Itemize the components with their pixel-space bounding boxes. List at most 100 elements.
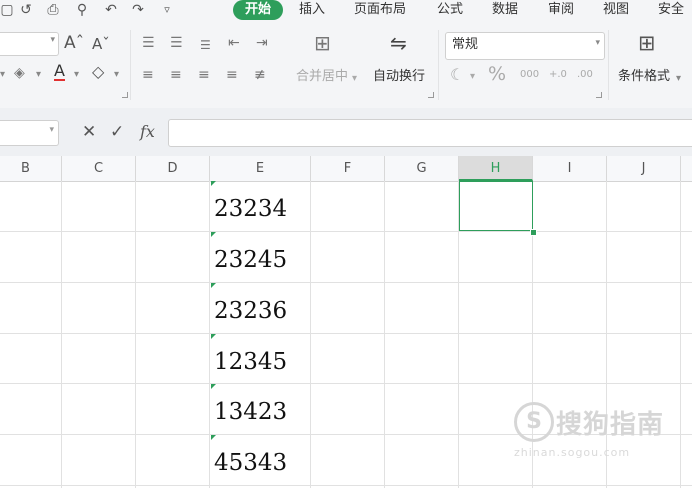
chevron-down-icon: ▾ (114, 69, 120, 80)
column-header-j[interactable]: J (607, 156, 681, 181)
insert-function-button[interactable]: fx (140, 121, 155, 143)
formula-bar: ▾ ✕ ✓ fx (0, 108, 692, 156)
justify-icon[interactable]: ≡ (226, 66, 238, 84)
tab-view[interactable]: 视图 (603, 0, 629, 22)
conditional-format-icon[interactable]: ⊞ (638, 33, 656, 54)
gridline (0, 333, 692, 334)
thousands-separator-button[interactable]: 000 (520, 66, 539, 84)
gridline (0, 383, 692, 384)
print-icon[interactable]: ⎙ (44, 1, 62, 19)
separator (608, 30, 609, 100)
save-icon[interactable]: ▢ (0, 1, 16, 19)
sogou-logo-icon: S (514, 402, 554, 442)
chevron-down-icon: ▾ (676, 73, 682, 84)
column-header-e[interactable]: E (210, 156, 311, 181)
gridline (209, 181, 210, 488)
tab-start[interactable]: 开始 (233, 0, 284, 20)
align-middle-icon[interactable]: ☰ (170, 34, 183, 52)
merge-center-button[interactable]: 合并居中 (296, 68, 348, 86)
font-size-select[interactable]: ▾ (0, 32, 59, 56)
export-icon[interactable]: ↺ (17, 1, 35, 19)
tab-formulas[interactable]: 公式 (437, 0, 463, 22)
gridline (0, 282, 692, 283)
tab-security[interactable]: 安全 (658, 0, 684, 22)
percent-button[interactable]: % (488, 65, 506, 84)
column-header-i[interactable]: I (533, 156, 607, 181)
decrease-indent-icon[interactable]: ⇤ (228, 34, 240, 52)
redo-icon[interactable]: ↷ (129, 1, 147, 19)
cell-e3[interactable]: 23236 (214, 283, 310, 333)
chevron-down-icon: ▾ (49, 125, 54, 135)
number-format-value: 常规 (452, 37, 479, 52)
distributed-align-icon[interactable]: ≢ (254, 66, 266, 84)
cell-e2[interactable]: 23245 (214, 232, 310, 282)
column-header-g[interactable]: G (385, 156, 459, 181)
cell-e6[interactable]: 45343 (214, 435, 310, 485)
gridline (384, 181, 385, 488)
active-cell-h1[interactable] (459, 181, 533, 231)
number-settings-launcher[interactable] (596, 92, 602, 98)
cell-e1[interactable]: 23234 (214, 181, 310, 231)
font-color-icon[interactable]: A (54, 63, 65, 81)
number-format-select[interactable]: 常规 ▾ (445, 32, 605, 60)
chevron-down-icon: ▾ (595, 38, 600, 48)
chevron-down-icon: ▾ (352, 73, 358, 84)
decrease-decimal-button[interactable]: .00 (577, 66, 593, 84)
tab-review[interactable]: 审阅 (548, 0, 574, 22)
tab-page-layout[interactable]: 页面布局 (354, 0, 406, 22)
column-header-c[interactable]: C (62, 156, 136, 181)
clear-format-icon[interactable]: ◇ (92, 63, 104, 81)
chevron-down-icon: ▾ (36, 69, 42, 80)
align-right-icon[interactable]: ≡ (198, 66, 210, 84)
currency-icon[interactable]: ☾ (450, 66, 464, 84)
alignment-settings-launcher[interactable] (428, 92, 434, 98)
chevron-down-icon: ▾ (74, 69, 80, 80)
tab-data[interactable]: 数据 (492, 0, 518, 22)
cancel-icon[interactable]: ✕ (82, 121, 96, 143)
gridline (310, 181, 311, 488)
increase-indent-icon[interactable]: ⇥ (256, 34, 268, 52)
align-center-icon[interactable]: ≡ (170, 66, 182, 84)
watermark-text: 搜狗指南 (556, 410, 665, 440)
formula-input[interactable] (168, 119, 692, 147)
chevron-down-icon: ▾ (0, 69, 6, 80)
fill-color-icon[interactable]: ◈ (14, 64, 25, 82)
decrease-font-icon[interactable]: Aˇ (92, 35, 110, 53)
confirm-icon[interactable]: ✓ (110, 121, 124, 143)
cell-e5[interactable]: 13423 (214, 384, 310, 434)
chevron-down-icon: ▾ (470, 71, 476, 82)
chevron-down-icon: ▾ (50, 35, 55, 45)
ribbon: ▾ Aˆ Aˇ ▾ ◈ ▾ A ▾ ◇ ▾ ☰ ☰ ☰ ⇤ ⇥ ≡ ≡ ≡ ≡ … (0, 22, 692, 108)
tab-insert[interactable]: 插入 (299, 0, 325, 22)
align-top-icon[interactable]: ☰ (142, 34, 155, 52)
increase-decimal-button[interactable]: +.0 (549, 66, 567, 84)
column-header-b[interactable]: B (0, 156, 62, 181)
gridline (0, 485, 692, 486)
column-header-f[interactable]: F (311, 156, 385, 181)
wrap-text-icon[interactable]: ⇋ (390, 33, 407, 53)
wrap-text-button[interactable]: 自动换行 (373, 68, 425, 86)
watermark: S 搜狗指南 zhinan.sogou.com (514, 400, 692, 460)
quick-access-dropdown-icon[interactable]: ▿ (158, 1, 176, 19)
font-settings-launcher[interactable] (122, 92, 128, 98)
gridline (0, 231, 692, 232)
undo-icon[interactable]: ↶ (102, 1, 120, 19)
align-bottom-icon[interactable]: ☰ (200, 36, 211, 54)
separator (130, 30, 131, 100)
merge-center-icon[interactable]: ⊞ (314, 33, 331, 53)
increase-font-icon[interactable]: Aˆ (64, 34, 84, 52)
menu-bar: ▢ ↺ ⎙ ⚲ ↶ ↷ ▿ 开始 插入 页面布局 公式 数据 审阅 视图 安全 (0, 0, 692, 22)
watermark-url: zhinan.sogou.com (514, 446, 631, 459)
column-headers: B C D E F G H I J (0, 156, 692, 182)
gridline (135, 181, 136, 488)
column-header-d[interactable]: D (136, 156, 210, 181)
separator (438, 30, 439, 100)
cell-e4[interactable]: 12345 (214, 334, 310, 384)
fill-handle[interactable] (530, 229, 537, 236)
name-box[interactable]: ▾ (0, 120, 59, 146)
column-header-h[interactable]: H (459, 156, 533, 181)
gridline (61, 181, 62, 488)
align-left-icon[interactable]: ≡ (142, 66, 154, 84)
print-preview-icon[interactable]: ⚲ (73, 1, 91, 19)
conditional-format-button[interactable]: 条件格式 (618, 68, 670, 86)
